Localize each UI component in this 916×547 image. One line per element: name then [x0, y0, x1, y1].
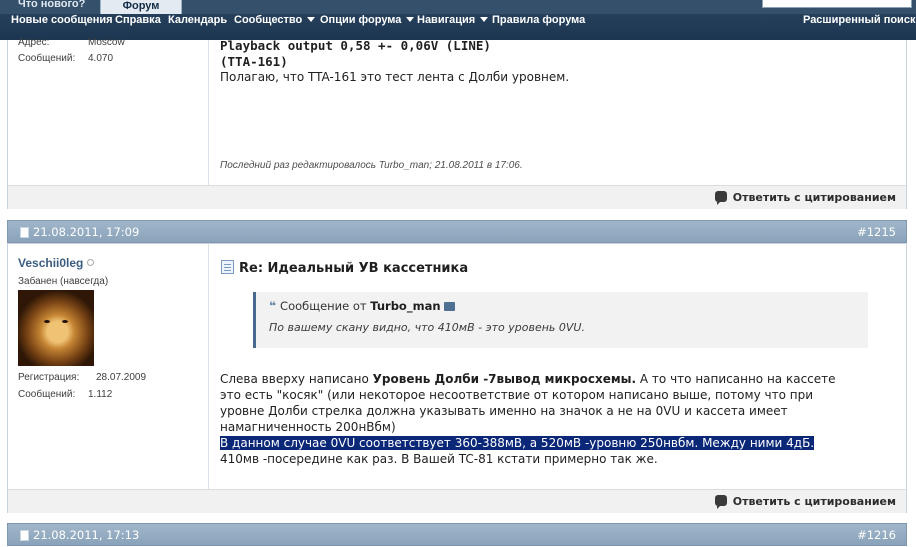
- post-title-text: Re: Идеальный УВ кассетника: [239, 261, 469, 276]
- post-date: 21.08.2011, 17:09: [20, 225, 139, 239]
- avatar[interactable]: [18, 290, 94, 366]
- message-line: Слева вверху написано Уровень Долби -7вы…: [220, 371, 900, 387]
- post-document-icon: [221, 260, 234, 274]
- user-posts-row: Сообщений: 4.070: [18, 53, 113, 64]
- reply-with-quote-button[interactable]: Ответить с цитированием: [714, 191, 896, 205]
- posts-value: 1.112: [88, 389, 113, 400]
- document-icon: [20, 530, 29, 541]
- reg-value: 28.07.2009: [96, 372, 147, 383]
- post-text: Полагаю, что TTA-161 это тест лента с До…: [220, 70, 570, 84]
- post-message: Слева вверху написано Уровень Долби -7вы…: [220, 371, 900, 467]
- chevron-down-icon: [307, 17, 316, 22]
- document-icon: [20, 227, 29, 238]
- nav-community[interactable]: Сообщество: [234, 14, 316, 40]
- message-bold-text: Уровень Долби -7вывод микросхемы.: [372, 372, 637, 386]
- post-content: Re: Идеальный УВ кассетника ❝ Сообщение о…: [210, 244, 906, 489]
- reply-with-quote-button[interactable]: Ответить с цитированием: [714, 495, 896, 509]
- post-line-1: Playback output 0,58 +- 0,06V (LINE): [220, 38, 491, 53]
- chevron-down-icon: [406, 17, 415, 22]
- posts-label: Сообщений:: [18, 389, 76, 400]
- user-posts-row: Сообщений: 1.112: [18, 389, 112, 400]
- nav-navigation-label: Навигация: [417, 14, 476, 26]
- nav-calendar[interactable]: Календарь: [168, 14, 227, 40]
- user-title: Забанен (навсегда): [18, 276, 109, 287]
- edited-note: Последний раз редактировалось Turbo_man;…: [220, 160, 523, 171]
- post-footer: Ответить с цитированием: [8, 185, 906, 209]
- username-link[interactable]: Veschii0leg: [18, 256, 83, 270]
- nav-forum-options-label: Опции форума: [320, 14, 402, 26]
- post-userinfo: Veschii0leg Забанен (навсегда) Регистрац…: [8, 244, 209, 489]
- post-line-2: (TTA-161): [220, 54, 288, 69]
- post-footer: Ответить с цитированием: [8, 489, 906, 513]
- address-value: Moscow: [88, 37, 125, 48]
- message-line: намагниченность 200нВбм): [220, 420, 396, 434]
- post-date-text: 21.08.2011, 17:09: [33, 225, 140, 239]
- view-post-icon[interactable]: [443, 302, 455, 311]
- avatar-detail: [44, 320, 50, 323]
- selected-text: В данном случае 0VU соответствует 360-38…: [220, 436, 815, 450]
- posts-label: Сообщений:: [18, 53, 76, 64]
- username-row: Veschii0leg: [18, 252, 95, 271]
- user-address-row: Адрес: Moscow: [18, 37, 125, 48]
- post-header-1216: 21.08.2011, 17:13 #1216: [7, 523, 907, 546]
- post-date: 21.08.2011, 17:13: [20, 528, 139, 542]
- posts-value: 4.070: [88, 53, 114, 64]
- quote-bubble-icon: [714, 191, 727, 205]
- quote-bubble-icon: [714, 495, 727, 509]
- reply-label: Ответить с цитированием: [732, 495, 896, 508]
- post-date-text: 21.08.2011, 17:13: [33, 528, 140, 542]
- chevron-down-icon: [480, 17, 489, 22]
- post-header-1215: 21.08.2011, 17:09 #1215: [7, 220, 907, 243]
- message-line: уровне Долби стрелка должна указывать им…: [220, 404, 788, 418]
- address-label: Адрес:: [18, 37, 50, 48]
- avatar-detail: [62, 320, 68, 323]
- reg-label: Регистрация:: [18, 372, 80, 383]
- message-text: А то что написанно на кассете: [636, 372, 836, 386]
- post-1215: Veschii0leg Забанен (навсегда) Регистрац…: [7, 243, 907, 513]
- message-line: В данном случае 0VU соответствует 360-38…: [220, 435, 900, 451]
- message-line: это есть "косяк" (или некоторое несоотве…: [220, 388, 813, 402]
- nav-navigation[interactable]: Навигация: [417, 14, 489, 40]
- reply-label: Ответить с цитированием: [732, 191, 896, 204]
- post-title: Re: Идеальный УВ кассетника: [221, 260, 468, 276]
- quote-header: ❝ Сообщение от Turbo_man: [269, 299, 455, 313]
- quote-author: Turbo_man: [370, 299, 441, 313]
- offline-status-icon: [87, 259, 95, 266]
- user-registration-row: Регистрация: 28.07.2009: [18, 372, 146, 383]
- navbar: Новые сообщения Справка Календарь Сообще…: [0, 14, 916, 40]
- nav-community-label: Сообщество: [234, 14, 303, 26]
- quote-text: По вашему скану видно, что 410мВ - это у…: [269, 321, 585, 334]
- nav-forum-rules[interactable]: Правила форума: [492, 14, 585, 40]
- nav-advanced-search[interactable]: Расширенный поиск: [803, 14, 915, 40]
- quote-mark-icon: ❝: [269, 299, 277, 313]
- message-line: 410мв -посередине как раз. В Вашей TC-81…: [220, 452, 658, 466]
- top-tab-bar: Что нового? Форум: [0, 0, 916, 14]
- post-content: Playback output 0,58 +- 0,06V (LINE) (TT…: [210, 38, 906, 185]
- post-1214: Адрес: Moscow Сообщений: 4.070 Playback ou…: [7, 37, 907, 209]
- post-number-link[interactable]: #1216: [857, 528, 896, 542]
- quote-prefix: Сообщение от: [280, 299, 367, 313]
- quote-block: ❝ Сообщение от Turbo_man По вашему скану …: [253, 292, 868, 348]
- search-input[interactable]: [762, 0, 912, 8]
- tab-whats-new[interactable]: Что нового?: [8, 0, 95, 14]
- message-text: Слева вверху написано: [220, 372, 373, 386]
- post-number-link[interactable]: #1215: [857, 225, 896, 239]
- tab-forum[interactable]: Форум: [100, 0, 182, 14]
- post-userinfo: Адрес: Moscow Сообщений: 4.070: [8, 37, 209, 185]
- nav-forum-options[interactable]: Опции форума: [320, 14, 415, 40]
